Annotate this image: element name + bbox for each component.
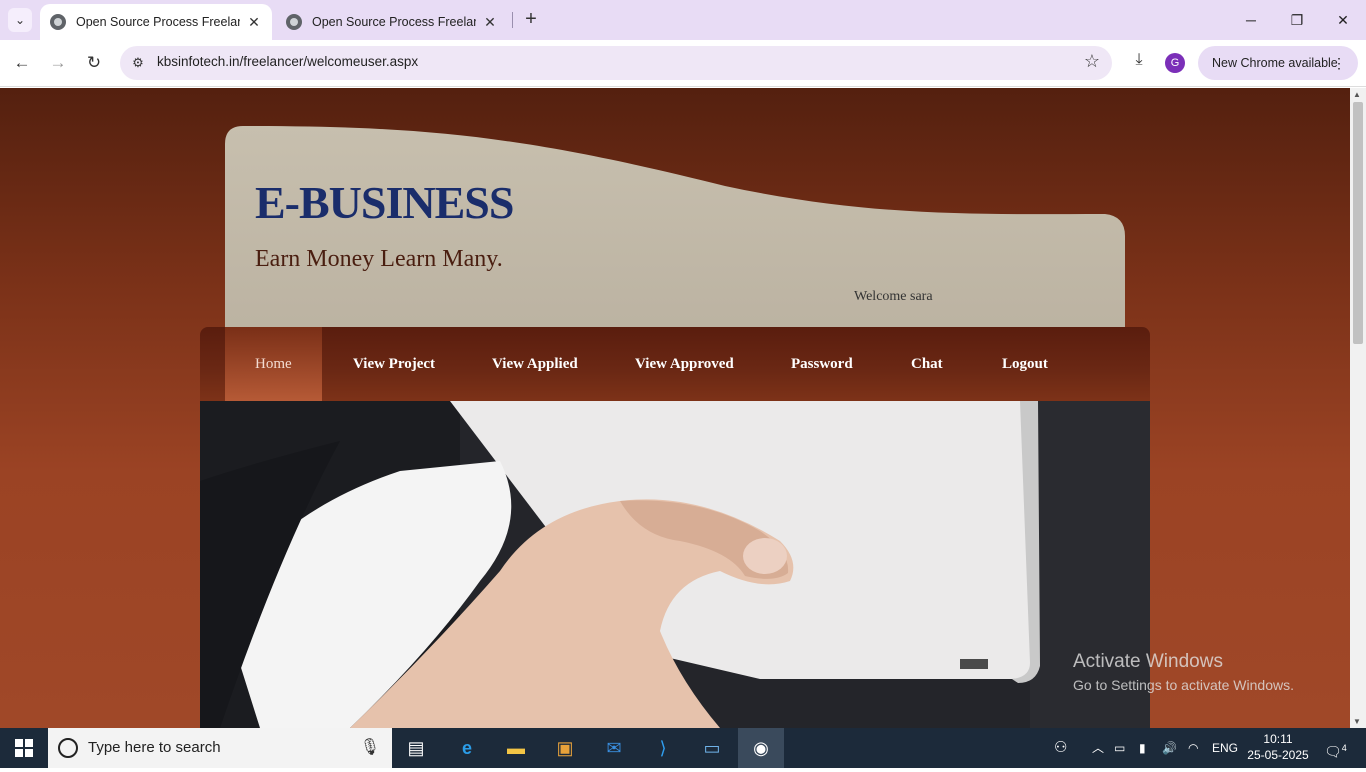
chevron-down-icon: ⌄ bbox=[14, 13, 26, 27]
tab-title: Open Source Process Freelance bbox=[312, 15, 476, 29]
site-title: E-BUSINESS bbox=[255, 177, 514, 228]
web-page: E-BUSINESS Earn Money Learn Many. Welcom… bbox=[0, 88, 1350, 728]
main-navigation: Home View Project View Applied View Appr… bbox=[200, 327, 1150, 401]
system-clock[interactable]: 10:11 25-05-2025 bbox=[1245, 731, 1311, 763]
page-scrollbar[interactable]: ▲ ▼ bbox=[1350, 88, 1366, 728]
bookmark-star-icon[interactable]: ☆ bbox=[1084, 51, 1100, 72]
close-window-button[interactable]: ✕ bbox=[1328, 6, 1358, 34]
restore-button[interactable]: ❐ bbox=[1282, 6, 1312, 34]
address-bar[interactable]: ⚙ kbsinfotech.in/freelancer/welcomeuser.… bbox=[120, 46, 1112, 80]
scroll-up-arrow-icon[interactable]: ▲ bbox=[1353, 90, 1361, 99]
nav-view-applied[interactable]: View Applied bbox=[492, 327, 578, 401]
vscode-icon[interactable]: ⟩ bbox=[643, 732, 683, 764]
update-label: New Chrome available bbox=[1212, 56, 1338, 70]
update-chrome-button[interactable]: New Chrome available ⋮ bbox=[1198, 46, 1358, 80]
browser-tab-inactive[interactable]: Open Source Process Freelance ✕ bbox=[276, 4, 508, 40]
store-icon[interactable]: ▣ bbox=[545, 732, 585, 764]
mail-icon[interactable]: ✉ bbox=[594, 732, 634, 764]
notification-count: 4 bbox=[1341, 743, 1347, 753]
wifi-icon[interactable]: ◠ bbox=[1188, 728, 1198, 768]
nav-home[interactable]: Home bbox=[225, 327, 322, 401]
tab-separator bbox=[512, 12, 513, 28]
scroll-thumb[interactable] bbox=[1353, 102, 1363, 344]
activate-windows-watermark: Activate Windows Go to Settings to activ… bbox=[1073, 651, 1294, 693]
browser-tab-strip: ⌄ Open Source Process Freelance ✕ Open S… bbox=[0, 0, 1366, 40]
globe-icon bbox=[50, 14, 66, 30]
minimize-button[interactable]: ─ bbox=[1236, 6, 1266, 34]
show-hidden-icons-icon[interactable]: ︿ bbox=[1092, 728, 1104, 768]
task-view-icon[interactable]: ▤ bbox=[396, 732, 436, 764]
battery-icon[interactable]: ▮ bbox=[1139, 728, 1146, 768]
forward-button[interactable]: → bbox=[45, 50, 71, 76]
windows-logo-icon bbox=[15, 739, 33, 757]
close-icon[interactable]: ✕ bbox=[246, 14, 262, 31]
nav-view-project[interactable]: View Project bbox=[353, 327, 435, 401]
tab-search-button[interactable]: ⌄ bbox=[8, 8, 32, 32]
site-tagline: Earn Money Learn Many. bbox=[255, 246, 503, 272]
file-explorer-icon[interactable]: ▬ bbox=[496, 732, 536, 764]
windows-taskbar: Type here to search 🎙 ▤ e ▬ ▣ ✉ ⟩ ▭ ◉ ⚇ … bbox=[0, 728, 1366, 768]
site-settings-icon[interactable]: ⚙ bbox=[128, 53, 148, 73]
nav-chat[interactable]: Chat bbox=[911, 327, 943, 401]
scroll-down-arrow-icon[interactable]: ▼ bbox=[1353, 717, 1361, 726]
search-placeholder: Type here to search bbox=[88, 739, 221, 756]
reload-button[interactable]: ↻ bbox=[81, 50, 107, 76]
app-icon[interactable]: ▭ bbox=[692, 732, 732, 764]
drive-icon[interactable]: ▭ bbox=[1114, 728, 1125, 768]
profile-avatar[interactable]: G bbox=[1165, 53, 1185, 73]
cortana-icon bbox=[58, 738, 78, 758]
new-tab-button[interactable]: + bbox=[520, 8, 542, 32]
close-icon[interactable]: ✕ bbox=[482, 14, 498, 31]
nav-logout[interactable]: Logout bbox=[1002, 327, 1048, 401]
tab-title: Open Source Process Freelance bbox=[76, 15, 240, 29]
volume-icon[interactable]: 🔊 bbox=[1162, 728, 1177, 768]
hero-image bbox=[200, 401, 1150, 728]
watermark-subtitle: Go to Settings to activate Windows. bbox=[1073, 677, 1294, 693]
language-indicator[interactable]: ENG bbox=[1212, 728, 1238, 768]
nav-password[interactable]: Password bbox=[791, 327, 853, 401]
download-icon[interactable]: ⤓ bbox=[1127, 51, 1151, 75]
back-button[interactable]: ← bbox=[9, 50, 35, 76]
chrome-icon[interactable]: ◉ bbox=[738, 728, 784, 768]
watermark-title: Activate Windows bbox=[1073, 651, 1223, 672]
clock-time: 10:11 bbox=[1263, 732, 1293, 746]
notification-icon[interactable]: 🗨4 bbox=[1324, 728, 1347, 768]
browser-tab-active[interactable]: Open Source Process Freelance ✕ bbox=[40, 4, 272, 40]
clock-date: 25-05-2025 bbox=[1247, 748, 1309, 762]
nav-view-approved[interactable]: View Approved bbox=[635, 327, 734, 401]
microphone-icon[interactable]: 🎙 bbox=[360, 737, 380, 757]
edge-icon[interactable]: e bbox=[447, 732, 487, 764]
globe-icon bbox=[286, 14, 302, 30]
welcome-message: Welcome sara bbox=[854, 289, 933, 304]
menu-kebab-icon[interactable]: ⋮ bbox=[1332, 46, 1346, 80]
browser-toolbar: ← → ↻ ⚙ kbsinfotech.in/freelancer/welcom… bbox=[0, 40, 1366, 87]
people-icon[interactable]: ⚇ bbox=[1054, 728, 1067, 768]
url-text[interactable]: kbsinfotech.in/freelancer/welcomeuser.as… bbox=[157, 54, 418, 69]
windows-start-button[interactable] bbox=[0, 728, 48, 768]
taskbar-search[interactable]: Type here to search 🎙 bbox=[48, 728, 392, 768]
